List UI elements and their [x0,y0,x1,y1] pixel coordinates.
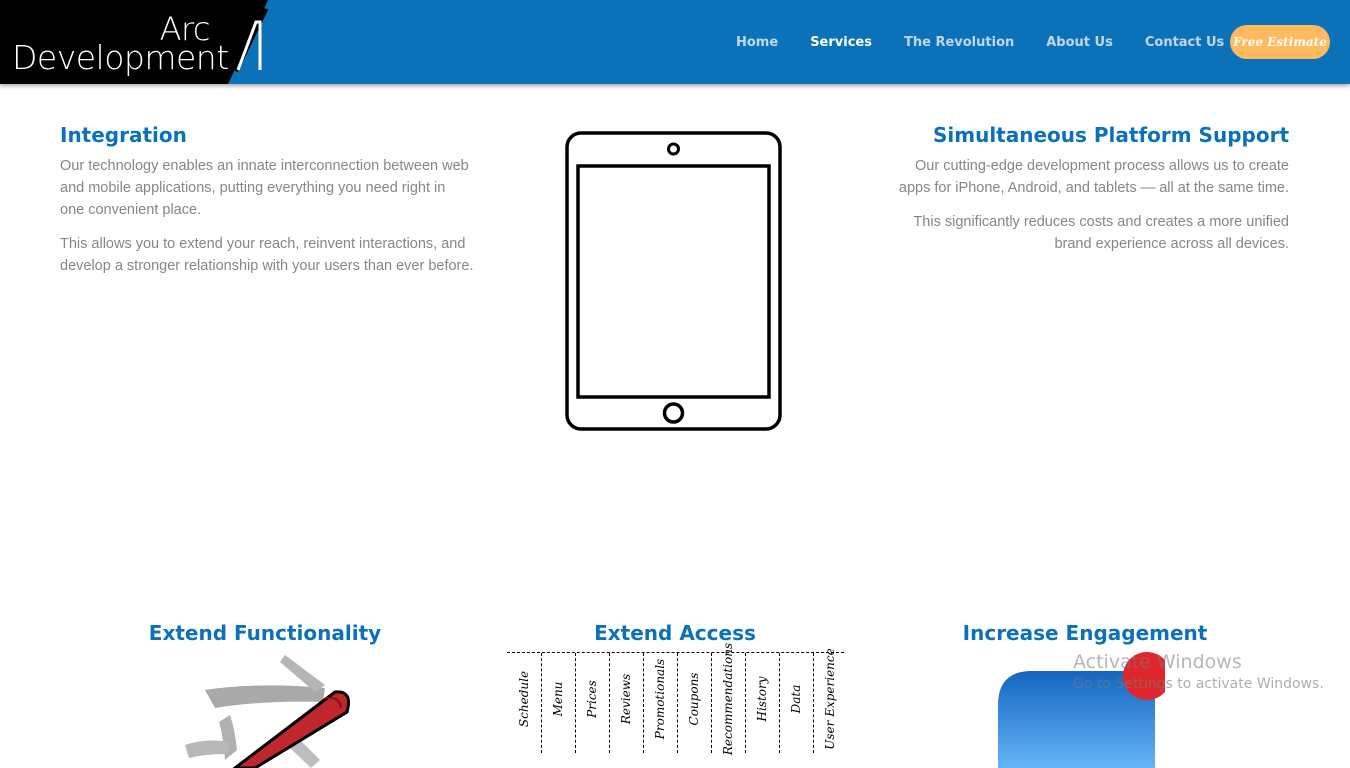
access-column: Menu [541,653,576,753]
simultaneous-paragraph-2: This significantly reduces costs and cre… [913,214,1289,252]
extend-functionality-title: Extend Functionality [148,621,382,645]
access-column: Coupons [677,653,712,753]
access-column-label: Data [789,684,803,714]
access-column-label: Recommendations [721,642,735,756]
access-column: History [745,653,780,753]
activate-windows-subtitle: Go to Settings to activate Windows. [1073,676,1324,692]
increase-engagement-title: Increase Engagement [962,621,1208,645]
access-column: User Experience [813,648,847,753]
swiss-knife-illustration [185,655,350,768]
tab-services[interactable]: Services [810,35,872,50]
integration-paragraph-1: Our technology enables an innate interco… [60,158,469,218]
access-column: Data [779,653,814,753]
access-column-label: Prices [585,680,599,718]
access-column-label: User Experience [823,648,837,750]
tab-home[interactable]: Home [736,35,778,50]
access-column-label: Schedule [517,670,531,728]
activate-windows-title: Activate Windows [1073,651,1242,673]
tab-the-revolution[interactable]: The Revolution [904,35,1014,50]
access-column-label: Coupons [687,672,701,726]
integration-paragraph-2: This allows you to extend your reach, re… [60,236,474,274]
simultaneous-title: Simultaneous Platform Support [932,123,1289,147]
access-column-label: History [755,676,769,722]
app-bar: Arc Development Home Services The Revolu… [0,0,1350,84]
simultaneous-paragraph-1: Our cutting-edge development process all… [898,158,1289,196]
logo[interactable]: Arc Development [0,0,300,84]
tab-contact-us[interactable]: Contact Us [1145,35,1224,50]
access-column: Prices [575,653,610,753]
access-column: Promotionals [643,653,678,753]
access-columns: Schedule Menu Prices Reviews Promotional… [507,643,847,755]
access-column: Recommendations [711,643,746,755]
access-column: Schedule [507,653,542,753]
logo-text-development: Development [12,38,229,77]
nav-tabs: Home Services The Revolution About Us Co… [720,0,1240,84]
free-estimate-button[interactable]: Free Estimate [1230,25,1330,59]
tablet-illustration [565,131,782,431]
access-column-label: Promotionals [653,658,667,740]
extend-access-title: Extend Access [594,621,756,645]
integration-title: Integration [60,123,187,147]
access-column-label: Reviews [619,673,633,725]
access-column-label: Menu [551,681,565,717]
tab-about-us[interactable]: About Us [1046,35,1113,50]
access-column: Reviews [609,653,644,753]
